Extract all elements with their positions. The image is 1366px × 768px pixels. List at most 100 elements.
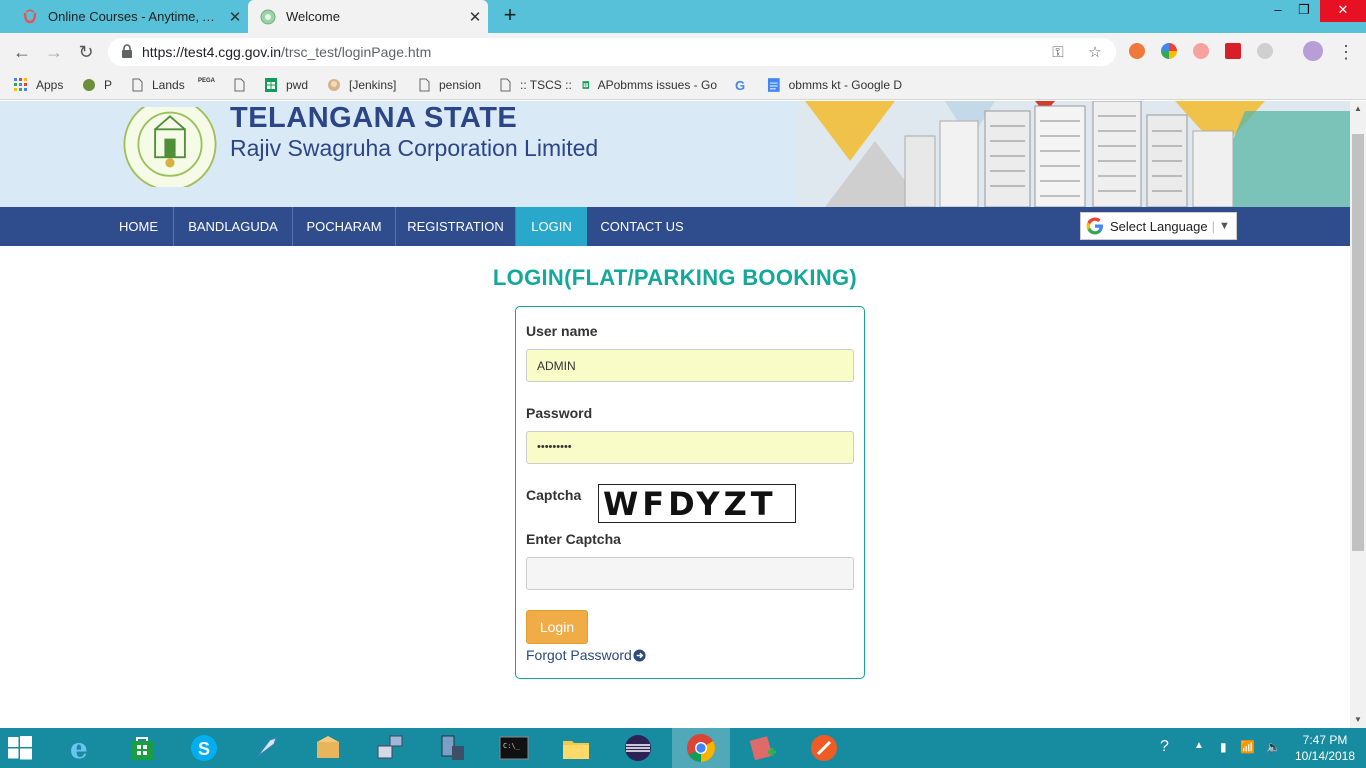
arrow-circle-right-icon [633,648,646,662]
bookmark-lands[interactable]: Lands [130,76,185,94]
bookmark-label: Apps [36,78,64,92]
bookmark-label: :: TSCS :: [520,78,572,92]
close-tab-icon[interactable]: ✕ [462,8,488,26]
rocket-app-icon[interactable] [250,732,282,764]
menu-icon[interactable]: ⋮ [1334,40,1358,64]
page-scrollbar[interactable]: ▲ ▼ [1350,101,1366,728]
restore-button[interactable]: ❐ [1284,0,1324,22]
scroll-down-icon[interactable]: ▼ [1350,712,1366,728]
chevron-down-icon: ▼ [1218,220,1230,232]
captcha-input[interactable] [526,557,854,590]
clock-date: 10/14/2018 [1294,749,1356,763]
notes-app-icon[interactable] [746,732,778,764]
volume-icon[interactable]: 🔈 [1266,740,1281,754]
internet-explorer-icon[interactable]: e [64,732,96,764]
tab-online-courses[interactable]: Online Courses - Anytime, Anywhere ✕ [10,0,248,33]
battery-icon[interactable]: ▮ [1220,740,1227,754]
page-icon [234,78,245,92]
svg-text:e: e [70,732,88,764]
new-tab-button[interactable]: + [498,4,522,28]
browser-tab-strip: Online Courses - Anytime, Anywhere ✕ Wel… [0,0,1366,33]
tab-welcome[interactable]: Welcome ✕ [248,0,488,33]
chrome-taskbar-button[interactable] [672,728,730,768]
system-clock[interactable]: 7:47 PM 10/14/2018 [1290,732,1360,764]
reload-icon[interactable]: ↻ [74,40,98,64]
tab-title: Welcome [286,9,340,24]
back-icon[interactable]: ← [10,40,34,64]
key-icon[interactable]: ⚿ [1049,44,1067,62]
lock-icon [122,44,132,58]
page-icon [500,78,511,92]
eclipse-icon[interactable] [622,732,654,764]
login-form: User name ADMIN Password ••••••••• Captc… [515,306,865,679]
google-icon: G [735,78,746,93]
url-text: https://test4.cgg.gov.in/trsc_test/login… [142,44,431,60]
bookmark-apobmms[interactable]: APobmms issues - Go [582,76,717,94]
file-explorer-icon[interactable] [560,732,592,764]
page-icon [419,78,430,92]
captcha-label: Captcha [526,487,582,503]
username-input[interactable]: ADMIN [526,349,854,382]
address-bar[interactable]: https://test4.cgg.gov.in/trsc_test/login… [108,38,1116,66]
windows-taskbar: e S C:\_ ? ▲ ▮ 📶 🔈 7:47 PM 10/14/2018 [0,728,1366,768]
password-label: Password [526,405,593,421]
jenkins-icon [328,79,340,91]
bookmark-pega[interactable]: PEGA [198,76,226,94]
postman-icon[interactable] [808,732,840,764]
nav-login[interactable]: LOGIN [516,207,587,246]
device-manager-icon[interactable] [436,732,468,764]
sheets-icon [265,78,277,92]
bookmark-tscs[interactable]: :: TSCS :: [498,76,572,94]
command-prompt-icon[interactable]: C:\_ [498,732,530,764]
web-page: TELANGANA STATE Rajiv Swagruha Corporati… [0,101,1350,728]
bookmark-label: pwd [286,78,309,92]
scrollbar-thumb[interactable] [1352,134,1364,551]
password-input[interactable]: ••••••••• [526,431,854,464]
windows-start-icon[interactable] [8,736,32,760]
nav-contact-us[interactable]: CONTACT US [587,207,697,246]
url-path: /trsc_test/loginPage.htm [281,44,432,60]
close-tab-icon[interactable]: ✕ [222,8,248,26]
network-icon[interactable]: 📶 [1240,740,1255,754]
bookmark-label: Lands [152,78,185,92]
nav-bandlaguda[interactable]: BANDLAGUDA [174,207,293,246]
chrome-icon [687,734,715,762]
site-icon [83,79,95,91]
scroll-up-icon[interactable]: ▲ [1350,101,1366,117]
bookmark-label: pension [439,78,482,92]
bookmark-obmms-kt[interactable]: obmms kt - Google D [767,76,902,94]
bookmark-label: APobmms issues - Go [597,78,717,92]
extension-icon[interactable] [1225,43,1241,59]
chevron-up-icon[interactable]: ▲ [1194,740,1204,751]
site-title: TELANGANA STATE [230,102,518,134]
bookmark-p[interactable]: P [82,76,112,94]
extension-icon[interactable] [1193,43,1209,59]
skype-icon[interactable]: S [188,732,220,764]
help-icon[interactable]: ? [1160,738,1169,756]
network-tool-icon[interactable] [374,732,406,764]
package-icon[interactable] [312,732,344,764]
bookmark-apps[interactable]: Apps [14,76,63,94]
extension-icon[interactable] [1129,43,1145,59]
login-button[interactable]: Login [526,610,588,644]
forgot-password-link[interactable]: Forgot Password [526,647,646,663]
bookmark-pension[interactable]: pension [417,76,481,94]
username-label: User name [526,323,598,339]
forgot-password-label: Forgot Password [526,647,632,663]
profile-avatar[interactable] [1303,41,1323,61]
star-icon[interactable]: ☆ [1086,44,1104,62]
extension-icon[interactable] [1257,43,1273,59]
close-window-button[interactable]: ✕ [1320,0,1366,22]
forward-icon[interactable]: → [42,40,66,64]
bookmark-page[interactable] [232,76,254,94]
nav-pocharam[interactable]: POCHARAM [293,207,396,246]
language-select[interactable]: Select Language | ▼ [1080,212,1237,240]
google-icon [1086,217,1103,235]
bookmark-google[interactable]: G [735,76,757,94]
bookmark-jenkins[interactable]: [Jenkins] [327,76,396,94]
nav-home[interactable]: HOME [104,207,174,246]
extension-icon[interactable] [1161,43,1177,59]
nav-registration[interactable]: REGISTRATION [396,207,516,246]
store-icon[interactable] [126,732,158,764]
bookmark-pwd[interactable]: pwd [264,76,308,94]
